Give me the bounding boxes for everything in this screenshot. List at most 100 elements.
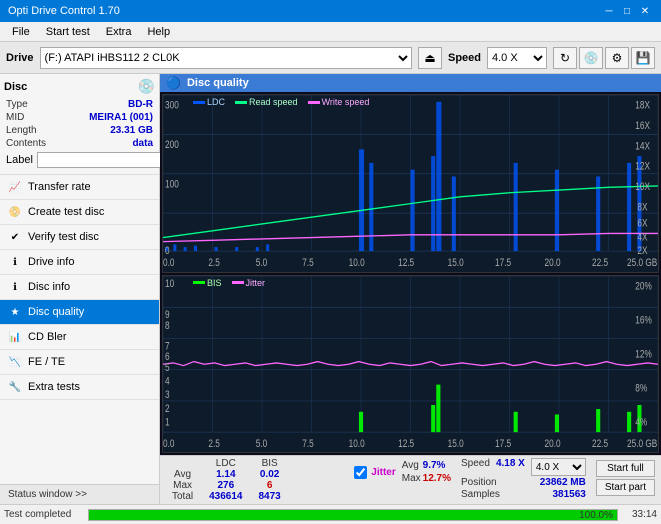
stats-table: LDC BIS Avg 1.14 0.02 Max 276 6 Total	[164, 458, 346, 502]
svg-text:2.5: 2.5	[208, 438, 219, 450]
nav-disc-quality[interactable]: ★ Disc quality	[0, 300, 159, 325]
chart-bottom-legend: BIS Jitter	[193, 278, 265, 288]
samples-val: 381563	[552, 489, 585, 500]
charts-container: LDC Read speed Write speed	[160, 92, 661, 455]
refresh-btn[interactable]: ↻	[553, 47, 577, 69]
eject-btn[interactable]: ⏏	[418, 47, 442, 69]
stats-avg-label: Avg	[164, 469, 201, 480]
start-part-btn[interactable]: Start part	[596, 479, 655, 496]
stats-avg-bis: 0.02	[251, 469, 289, 480]
legend-read-speed-label: Read speed	[249, 97, 298, 107]
legend-write-speed: Write speed	[308, 97, 370, 107]
jitter-section: Jitter Avg 9.7% Max 12.7%	[354, 458, 453, 486]
disc-mid-row: MID MEIRA1 (001)	[4, 111, 155, 124]
svg-text:17.5: 17.5	[495, 438, 511, 450]
transfer-rate-icon: 📈	[8, 180, 22, 194]
menubar: File Start test Extra Help	[0, 22, 661, 42]
svg-text:20.0: 20.0	[545, 438, 561, 450]
legend-ldc: LDC	[193, 97, 225, 107]
legend-ldc-label: LDC	[207, 97, 225, 107]
right-panel: 🔵 Disc quality LDC Read speed	[160, 74, 661, 504]
nav-fe-te[interactable]: 📉 FE / TE	[0, 350, 159, 375]
bis-color	[193, 281, 205, 284]
svg-text:4: 4	[165, 375, 170, 387]
speed-key: Speed	[461, 458, 490, 476]
menu-file[interactable]: File	[4, 24, 38, 40]
speed-select[interactable]: 4.0 X	[487, 47, 547, 69]
drive-label: Drive	[6, 52, 34, 64]
stats-total-row: Total 436614 8473	[164, 491, 289, 502]
drivebar: Drive (F:) ATAPI iHBS112 2 CL0K ⏏ Speed …	[0, 42, 661, 74]
nav-extra-tests[interactable]: 🔧 Extra tests	[0, 375, 159, 400]
svg-text:22.5: 22.5	[592, 257, 608, 269]
action-buttons: Start full Start part	[594, 458, 657, 498]
nav-disc-info-label: Disc info	[28, 281, 70, 293]
minimize-btn[interactable]: ─	[601, 3, 617, 19]
disc-length-label: Length	[6, 125, 37, 136]
nav-fe-te-label: FE / TE	[28, 356, 65, 368]
nav-cd-bler-label: CD Bler	[28, 331, 67, 343]
nav-verify-test-label: Verify test disc	[28, 231, 99, 243]
titlebar: Opti Drive Control 1.70 ─ □ ✕	[0, 0, 661, 22]
window-controls: ─ □ ✕	[601, 3, 653, 19]
time-display: 33:14	[622, 509, 657, 520]
menu-help[interactable]: Help	[139, 24, 178, 40]
disc-quality-icon: ★	[8, 305, 22, 319]
read-speed-color	[235, 101, 247, 104]
samples-key: Samples	[461, 489, 500, 500]
menu-extra[interactable]: Extra	[98, 24, 140, 40]
chart-ldc: LDC Read speed Write speed	[162, 94, 659, 273]
svg-text:6X: 6X	[637, 218, 648, 230]
svg-text:200: 200	[165, 139, 179, 151]
speed-selector[interactable]: 4.0 X	[531, 458, 586, 476]
status-window-btn[interactable]: Status window >>	[0, 484, 159, 504]
svg-text:3: 3	[165, 389, 170, 401]
drive-select[interactable]: (F:) ATAPI iHBS112 2 CL0K	[40, 47, 412, 69]
left-panel: Disc 💿 Type BD-R MID MEIRA1 (001) Length…	[0, 74, 160, 504]
quality-title: Disc quality	[187, 77, 249, 89]
progress-text: 100.0%	[579, 510, 613, 522]
ldc-chart-svg: 300 200 100 0 18X 16X 14X 12X 10X 8X 6X …	[163, 95, 658, 272]
svg-text:16X: 16X	[635, 120, 650, 132]
close-btn[interactable]: ✕	[637, 3, 653, 19]
disc-info-icon: ℹ	[8, 280, 22, 294]
quality-header: 🔵 Disc quality	[160, 74, 661, 92]
legend-jitter: Jitter	[232, 278, 266, 288]
cd-bler-icon: 📊	[8, 330, 22, 344]
nav-transfer-rate-label: Transfer rate	[28, 181, 91, 193]
main-area: Disc 💿 Type BD-R MID MEIRA1 (001) Length…	[0, 74, 661, 504]
nav-drive-info[interactable]: ℹ Drive info	[0, 250, 159, 275]
nav-verify-test[interactable]: ✔ Verify test disc	[0, 225, 159, 250]
maximize-btn[interactable]: □	[619, 3, 635, 19]
disc-label-input[interactable]	[37, 152, 171, 168]
disc-btn[interactable]: 💿	[579, 47, 603, 69]
app-title: Opti Drive Control 1.70	[8, 5, 120, 17]
jitter-max-label: Max	[402, 473, 421, 484]
jitter-checkbox[interactable]	[354, 466, 367, 479]
statusbar: Test completed 100.0% 33:14	[0, 504, 661, 524]
svg-text:8%: 8%	[635, 382, 647, 394]
start-full-btn[interactable]: Start full	[596, 460, 655, 477]
config-btn[interactable]: ⚙	[605, 47, 629, 69]
nav-disc-info[interactable]: ℹ Disc info	[0, 275, 159, 300]
nav-create-test[interactable]: 📀 Create test disc	[0, 200, 159, 225]
svg-text:4X: 4X	[637, 231, 648, 243]
svg-text:0.0: 0.0	[163, 438, 174, 450]
svg-text:2: 2	[165, 402, 170, 414]
drive-info-icon: ℹ	[8, 255, 22, 269]
nav-transfer-rate[interactable]: 📈 Transfer rate	[0, 175, 159, 200]
bis-chart-svg: 10 9 8 7 6 5 4 3 2 1 20% 16% 12% 8% 4%	[163, 276, 658, 453]
svg-text:300: 300	[165, 100, 179, 112]
nav-cd-bler[interactable]: 📊 CD Bler	[0, 325, 159, 350]
save-btn[interactable]: 💾	[631, 47, 655, 69]
disc-label-text: Label	[6, 154, 33, 166]
disc-length-row: Length 23.31 GB	[4, 124, 155, 137]
disc-type-label: Type	[6, 99, 28, 110]
stats-bis-header: BIS	[251, 458, 289, 469]
menu-start-test[interactable]: Start test	[38, 24, 98, 40]
svg-text:2X: 2X	[637, 245, 648, 257]
svg-text:8: 8	[165, 319, 170, 331]
disc-length-value: 23.31 GB	[110, 125, 153, 136]
status-text: Test completed	[4, 509, 84, 520]
svg-text:4%: 4%	[635, 416, 647, 428]
